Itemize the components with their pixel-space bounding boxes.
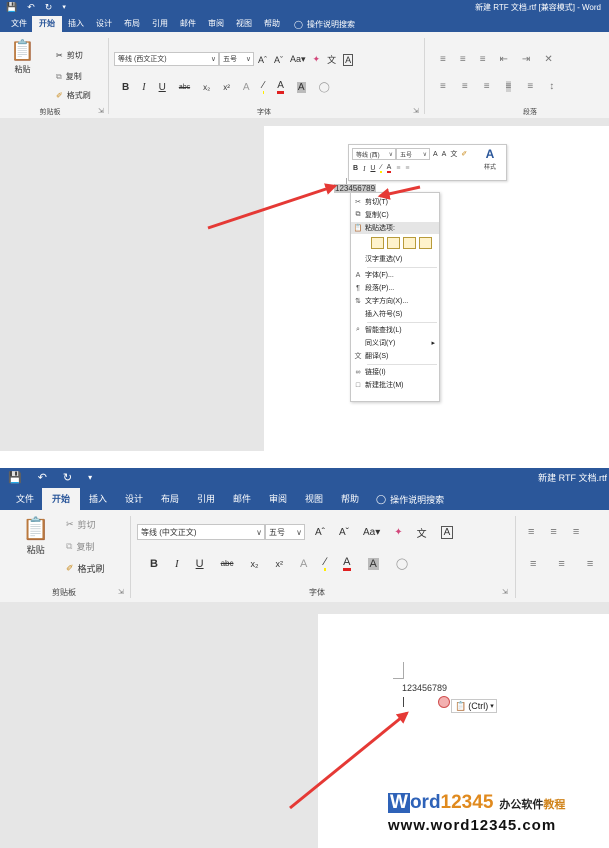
arrow-to-selected-text — [207, 183, 338, 230]
arrow-to-cut-item — [377, 185, 421, 200]
annotation-arrows — [207, 183, 421, 810]
arrow-to-caret — [289, 711, 409, 810]
